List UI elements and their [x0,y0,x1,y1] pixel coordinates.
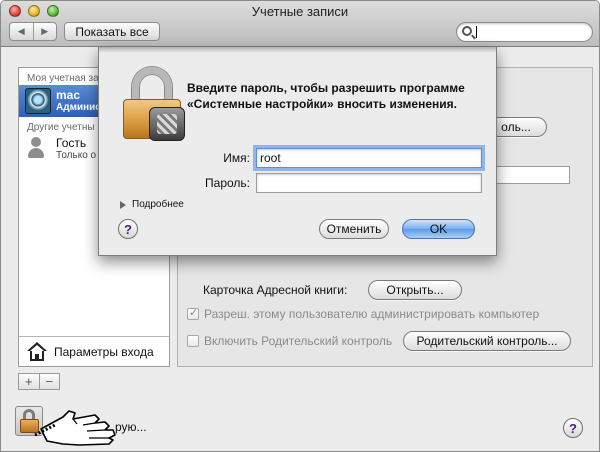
user-role: Админис [56,102,101,113]
authentication-dialog: Введите пароль, чтобы разрешить программ… [98,47,497,256]
search-field[interactable] [456,22,593,42]
help-button[interactable]: ? [563,418,583,438]
allow-admin-label: Разреш. этому пользователю администриров… [204,307,540,321]
guest-user-icon [27,137,45,159]
security-padlock-icon [123,67,185,141]
parental-controls-checkbox[interactable] [187,335,199,347]
add-remove-control: + − [18,373,60,390]
home-icon [27,342,47,361]
toolbar: Учетные записи ◀ ▶ Показать все [1,1,599,47]
add-account-button[interactable]: + [19,374,40,389]
details-label: Подробнее [132,199,184,210]
user-name: mac [56,88,81,102]
password-field[interactable] [256,173,482,193]
show-all-button[interactable]: Показать все [64,22,160,41]
details-disclosure[interactable]: Подробнее [120,199,184,210]
login-options-item[interactable]: Параметры входа [19,336,169,366]
login-options-label: Параметры входа [54,345,154,359]
back-arrow-icon[interactable]: ◀ [10,23,34,40]
guest-status: Только о [56,150,97,161]
allow-admin-checkbox[interactable] [187,306,199,320]
parental-controls-button[interactable]: Родительский контроль... [403,331,571,351]
ok-button[interactable]: OK [402,219,475,239]
user-avatar [25,88,51,114]
dialog-help-button[interactable]: ? [118,219,138,239]
pointing-hand-cursor-icon [34,410,116,446]
remove-account-button[interactable]: − [40,374,60,389]
cancel-button[interactable]: Отменить [319,219,389,239]
forward-arrow-icon[interactable]: ▶ [34,23,57,40]
accounts-window: Учетные записи ◀ ▶ Показать все Моя учет… [0,0,600,452]
disclosure-triangle-icon [120,200,126,209]
guest-name: Гость [56,136,87,150]
window-title: Учетные записи [251,4,349,19]
search-icon [462,26,472,36]
name-field[interactable]: root [256,148,482,168]
auth-message: Введите пароль, чтобы разрешить программ… [187,81,465,111]
name-label: Имя: [223,151,250,165]
back-forward-control: ◀ ▶ [9,22,57,41]
address-card-label: Карточка Адресной книги: [203,283,348,297]
parental-controls-label: Включить Родительский контроль [204,334,393,348]
open-address-card-button[interactable]: Открыть... [368,280,462,300]
text-cursor [476,26,477,38]
password-label: Пароль: [205,176,250,190]
lock-status-text[interactable]: рую... [115,420,147,434]
pane-text-field[interactable] [496,166,570,184]
